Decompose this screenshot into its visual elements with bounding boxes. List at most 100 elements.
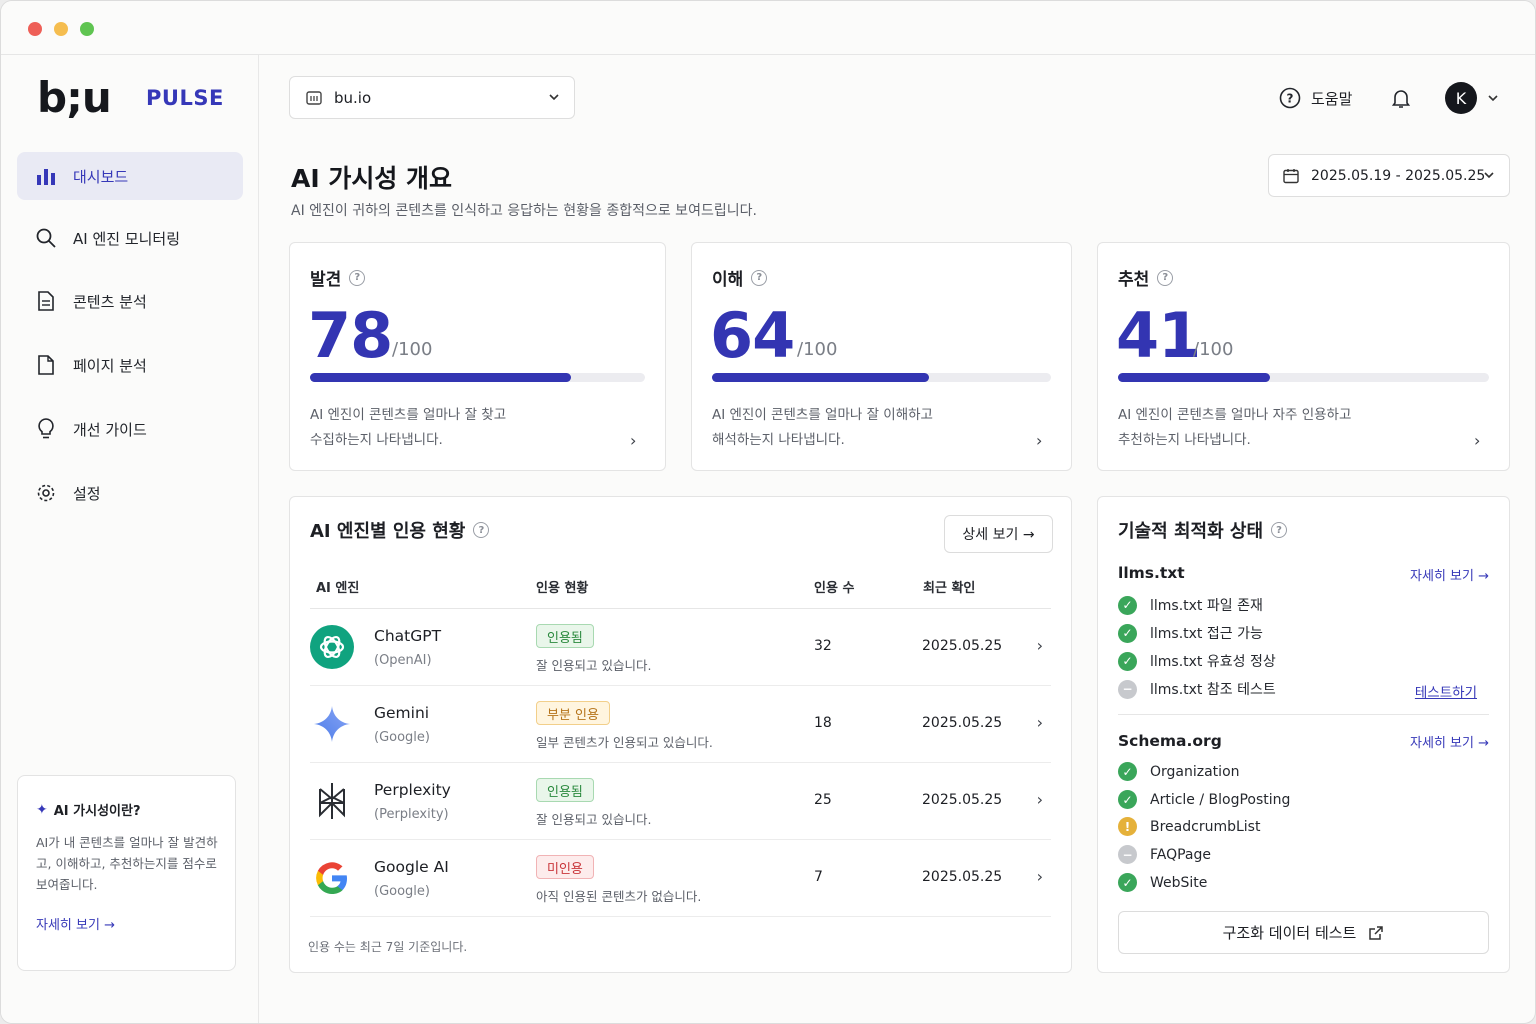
help-icon[interactable]: ? <box>473 522 490 538</box>
chevron-right-icon[interactable]: › <box>1036 431 1042 450</box>
score-title: 발견? <box>310 265 366 290</box>
table-row[interactable]: Gemini (Google) 부분 인용 일부 콘텐츠가 인용되고 있습니다.… <box>310 686 1051 763</box>
check-item: ✓ llms.txt 유효성 정상 <box>1118 651 1276 671</box>
lightbulb-icon <box>35 418 57 440</box>
check-icon: ✓ <box>1118 873 1137 892</box>
minus-icon: − <box>1118 845 1137 864</box>
score-card-discovery[interactable]: 발견? 78 /100 AI 엔진이 콘텐츠를 얼마나 잘 찾고 수집하는지 나타… <box>289 242 666 471</box>
last-checked: 2025.05.25 <box>922 638 1003 654</box>
help-icon[interactable]: ? <box>751 269 768 286</box>
help-box-body: AI가 내 콘텐츠를 얼마나 잘 발견하고, 이해하고, 추천하는지를 점수로 … <box>36 835 218 892</box>
help-icon[interactable]: ? <box>1271 522 1288 538</box>
score-card-recommendation[interactable]: 추천? 41 /100 AI 엔진이 콘텐츠를 얼마나 자주 인용하고 추천하는지… <box>1097 242 1510 471</box>
score-value: 64 <box>710 299 795 372</box>
check-item: − llms.txt 참조 테스트 <box>1118 679 1276 699</box>
status-text: 일부 콘텐츠가 인용되고 있습니다. <box>536 735 713 750</box>
help-icon[interactable]: ? <box>349 269 366 286</box>
sidebar-item-label: 페이지 분석 <box>73 356 147 375</box>
engine-name: Google AI <box>374 858 449 876</box>
llms-more-link[interactable]: 자세히 보기 → <box>1410 565 1489 584</box>
date-range-picker[interactable]: 2025.05.19 - 2025.05.25 <box>1268 154 1510 197</box>
sidebar-item-improvement-guide[interactable]: 개선 가이드 <box>17 405 243 453</box>
minimize-window-button[interactable] <box>54 22 68 36</box>
score-progress-fill <box>712 373 929 382</box>
logo[interactable]: b;u <box>37 73 112 122</box>
status-badge: 부분 인용 <box>536 701 610 725</box>
help-button[interactable]: ? 도움말 <box>1279 77 1352 119</box>
citation-count: 25 <box>814 792 832 808</box>
status-badge: 인용됨 <box>536 624 594 648</box>
sidebar-item-content-analysis[interactable]: 콘텐츠 분석 <box>17 277 243 325</box>
google-icon <box>310 856 354 900</box>
engine-name: Gemini <box>374 704 430 722</box>
sidebar-item-dashboard[interactable]: 대시보드 <box>17 152 243 200</box>
bar-chart-icon <box>35 165 57 187</box>
score-progress-bar <box>712 373 1051 382</box>
score-value: 41 <box>1116 299 1201 372</box>
maximize-window-button[interactable] <box>80 22 94 36</box>
column-header: 인용 수 <box>814 581 855 596</box>
citation-count: 7 <box>814 869 823 885</box>
column-header: 인용 현황 <box>536 581 589 596</box>
document-icon <box>35 290 57 312</box>
sidebar-item-label: 개선 가이드 <box>73 420 147 439</box>
help-label: 도움말 <box>1311 89 1353 108</box>
sidebar-item-label: 설정 <box>73 484 101 503</box>
chevron-right-icon[interactable]: › <box>1037 867 1043 886</box>
check-icon: ✓ <box>1118 651 1137 671</box>
status-badge: 미인용 <box>536 855 594 879</box>
table-row[interactable]: Perplexity (Perplexity) 인용됨 잘 인용되고 있습니다.… <box>310 763 1051 840</box>
divider <box>1118 714 1489 715</box>
table-row[interactable]: Google AI (Google) 미인용 아직 인용된 콘텐츠가 없습니다.… <box>310 840 1051 917</box>
chevron-right-icon[interactable]: › <box>1037 713 1043 732</box>
score-progress-bar <box>1118 373 1489 382</box>
score-title: 이해? <box>712 265 768 290</box>
account-menu[interactable]: K <box>1445 77 1499 119</box>
engine-company: (Google) <box>374 884 430 899</box>
sparkle-icon: ✦ <box>36 801 48 818</box>
site-selector[interactable]: bu.io <box>289 76 575 119</box>
engine-company: (OpenAI) <box>374 653 432 668</box>
product-name: PULSE <box>146 86 224 110</box>
section-title: AI 엔진별 인용 현황? <box>310 517 490 543</box>
tech-optimization-card: 기술적 최적화 상태? llms.txt 자세히 보기 → ✓ llms.txt … <box>1097 496 1510 973</box>
view-details-button[interactable]: 상세 보기 → <box>944 515 1053 553</box>
section-title: 기술적 최적화 상태? <box>1118 517 1288 543</box>
page-title: AI 가시성 개요 <box>291 164 453 193</box>
sidebar-item-label: 콘텐츠 분석 <box>73 292 147 311</box>
status-text: 아직 인용된 콘텐츠가 없습니다. <box>536 889 702 904</box>
sidebar-item-label: AI 엔진 모니터링 <box>73 229 181 248</box>
close-window-button[interactable] <box>28 22 42 36</box>
engine-company: (Google) <box>374 730 430 745</box>
structured-data-test-button[interactable]: 구조화 데이터 테스트 <box>1118 911 1489 954</box>
score-max: /100 <box>1193 339 1234 360</box>
last-checked: 2025.05.25 <box>922 715 1003 731</box>
score-progress-bar <box>310 373 645 382</box>
check-item: ✓ WebSite <box>1118 873 1207 892</box>
chevron-right-icon[interactable]: › <box>1474 431 1480 450</box>
chevron-down-icon <box>1483 169 1495 185</box>
engine-name: ChatGPT <box>374 627 442 645</box>
notification-button[interactable] <box>1390 77 1412 119</box>
chevron-down-icon <box>1487 92 1499 104</box>
svg-text:?: ? <box>1287 92 1294 106</box>
check-item: ✓ llms.txt 접근 가능 <box>1118 623 1263 643</box>
score-description: AI 엔진이 콘텐츠를 얼마나 잘 이해하고 해석하는지 나타냅니다. <box>712 407 933 448</box>
chevron-right-icon[interactable]: › <box>630 431 636 450</box>
schema-more-link[interactable]: 자세히 보기 → <box>1410 732 1489 751</box>
sidebar-item-page-analysis[interactable]: 페이지 분석 <box>17 341 243 389</box>
sidebar-item-settings[interactable]: 설정 <box>17 469 243 517</box>
check-icon: ✓ <box>1118 790 1137 809</box>
help-box-link[interactable]: 자세히 보기 → <box>36 914 115 933</box>
help-icon[interactable]: ? <box>1157 269 1174 286</box>
score-card-understanding[interactable]: 이해? 64 /100 AI 엔진이 콘텐츠를 얼마나 잘 이해하고 해석하는지 … <box>691 242 1072 471</box>
chevron-right-icon[interactable]: › <box>1037 636 1043 655</box>
status-badge: 인용됨 <box>536 778 594 802</box>
chevron-right-icon[interactable]: › <box>1037 790 1043 809</box>
sidebar-item-ai-monitoring[interactable]: AI 엔진 모니터링 <box>17 214 243 262</box>
engine-name: Perplexity <box>374 781 451 799</box>
table-row[interactable]: ChatGPT (OpenAI) 인용됨 잘 인용되고 있습니다. 32 202… <box>310 609 1051 686</box>
status-text: 잘 인용되고 있습니다. <box>536 658 652 673</box>
test-link[interactable]: 테스트하기 <box>1415 681 1477 701</box>
check-icon: ✓ <box>1118 595 1137 615</box>
